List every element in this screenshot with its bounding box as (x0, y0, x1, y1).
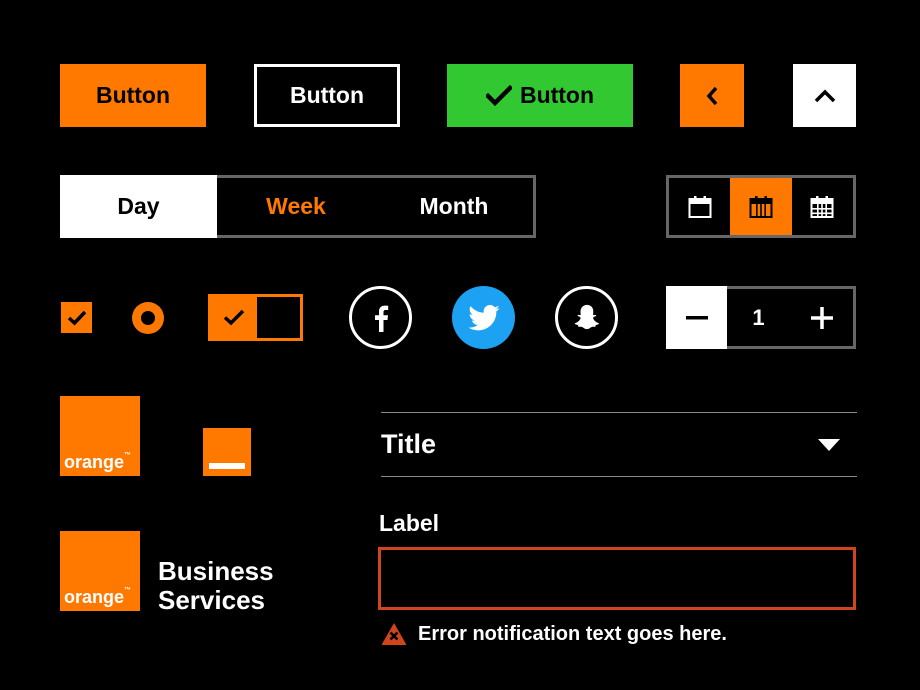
chevron-left-icon (706, 86, 718, 105)
trademark-symbol: ™ (124, 452, 132, 459)
radio-dot (141, 311, 155, 325)
segment-week-label: Week (266, 193, 326, 219)
calendar-month-icon (810, 195, 834, 218)
stepper-value-text: 1 (752, 304, 765, 330)
checkmark-icon (67, 310, 86, 325)
success-button-label: Button (519, 82, 595, 108)
toggle-check-icon (223, 309, 245, 326)
outline-button-label: Button (289, 82, 365, 108)
minus-icon (685, 315, 708, 319)
check-icon (485, 84, 512, 106)
twitter-button[interactable] (452, 286, 515, 349)
business-logo-word: orange (64, 587, 125, 607)
toggle-track (257, 297, 300, 338)
segment-month[interactable]: Month (375, 178, 533, 235)
segment-day-label: Day (117, 193, 160, 219)
primary-button[interactable]: Button (60, 64, 206, 127)
calendar-week-option[interactable] (730, 178, 792, 235)
outline-button[interactable]: Button (254, 64, 400, 127)
toggle-knob (211, 297, 257, 338)
snapchat-icon (574, 304, 599, 329)
primary-button-label: Button (95, 82, 171, 108)
field-label: Label (379, 510, 440, 536)
title-select[interactable]: Title (381, 413, 857, 476)
orange-business-logo: orange™ (60, 531, 140, 611)
quantity-stepper: 1 (666, 286, 856, 349)
facebook-button[interactable] (349, 286, 412, 349)
error-notification: Error notification text goes here. (381, 622, 727, 646)
calendar-day-icon (688, 195, 712, 218)
stepper-increment-button[interactable] (790, 289, 853, 346)
calendar-view-group (666, 175, 856, 238)
segment-week[interactable]: Week (217, 178, 375, 235)
business-trademark-symbol: ™ (124, 587, 132, 594)
calendar-week-icon (749, 195, 773, 218)
radio-button[interactable] (132, 302, 164, 334)
select-bottom-divider (381, 476, 857, 477)
checkbox[interactable] (61, 302, 92, 333)
business-logo-text: orange™ (64, 587, 131, 608)
caret-down-icon (818, 438, 840, 451)
text-input-error[interactable] (378, 547, 856, 610)
view-segmented-control: Day Week Month (60, 175, 536, 238)
orange-logo: orange™ (60, 396, 140, 476)
small-logo-bar (209, 463, 245, 469)
back-button[interactable] (680, 64, 744, 127)
orange-logo-text: orange™ (64, 452, 131, 473)
calendar-day-option[interactable] (669, 178, 730, 235)
chevron-up-icon (814, 89, 835, 102)
segment-day[interactable]: Day (60, 175, 217, 238)
facebook-icon (374, 305, 388, 332)
segment-month-label: Month (419, 193, 489, 219)
error-text: Error notification text goes here. (418, 622, 727, 645)
orange-small-logo (203, 428, 251, 476)
services-line: Services (158, 585, 265, 615)
business-services-wordmark: Business Services (158, 557, 274, 615)
calendar-month-option[interactable] (792, 178, 853, 235)
plus-icon (810, 306, 833, 329)
up-button[interactable] (793, 64, 856, 127)
error-warning-icon (381, 623, 407, 645)
toggle-switch[interactable] (208, 294, 303, 341)
business-line: Business (158, 556, 274, 586)
stepper-decrement-button[interactable] (666, 286, 727, 349)
orange-logo-word: orange (64, 452, 125, 472)
success-button[interactable]: Button (447, 64, 633, 127)
twitter-icon (467, 304, 500, 330)
snapchat-button[interactable] (555, 286, 618, 349)
select-title-text: Title (381, 429, 437, 459)
stepper-value[interactable]: 1 (727, 289, 790, 346)
